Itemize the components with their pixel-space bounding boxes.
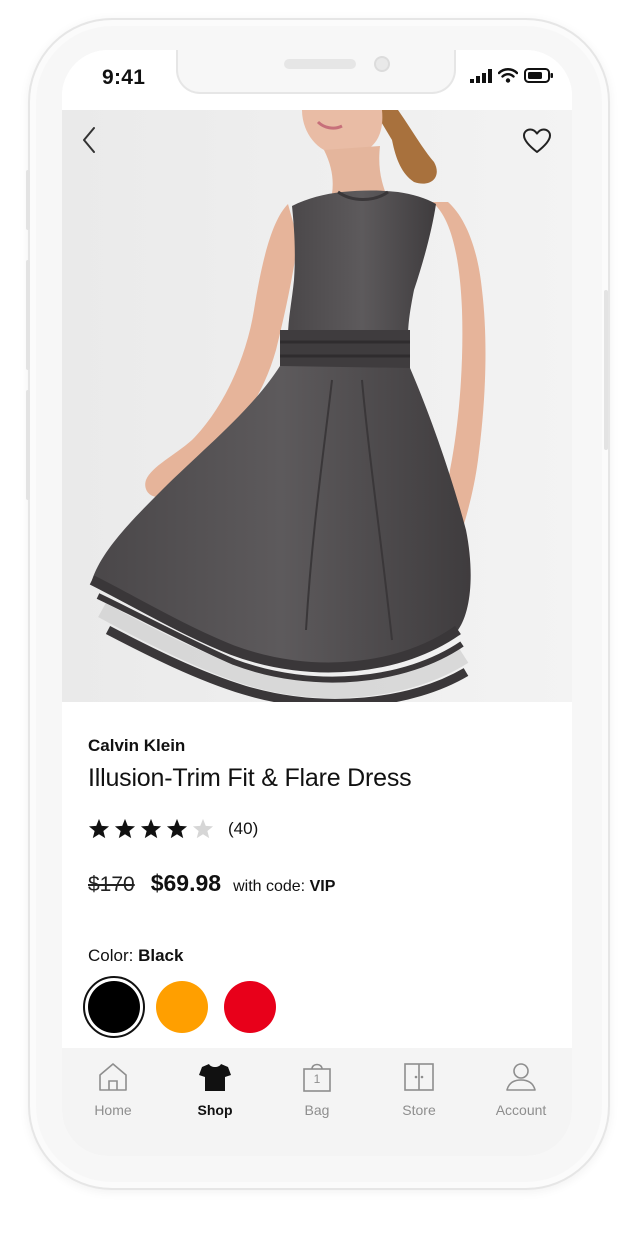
- color-swatch-red[interactable]: [224, 981, 276, 1033]
- status-icons: [470, 68, 554, 88]
- front-camera: [374, 56, 390, 72]
- product-rating[interactable]: (40): [88, 818, 258, 839]
- tab-label: Home: [94, 1102, 132, 1118]
- store-icon: [403, 1060, 435, 1094]
- tab-label: Shop: [197, 1102, 233, 1118]
- promo-code: VIP: [309, 878, 336, 895]
- star-icon: [114, 818, 136, 839]
- speaker-grille: [284, 59, 356, 69]
- wifi-icon: [497, 68, 519, 88]
- color-label-row: Color: Black: [88, 946, 183, 966]
- price-row: $170 $69.98 with code: VIP: [88, 870, 335, 897]
- tab-bag[interactable]: 1 Bag: [269, 1060, 365, 1156]
- tab-home[interactable]: Home: [65, 1060, 161, 1156]
- tab-shop[interactable]: Shop: [167, 1060, 263, 1156]
- color-label: Color:: [88, 946, 134, 965]
- tab-label: Bag: [304, 1102, 330, 1118]
- tab-store[interactable]: Store: [371, 1060, 467, 1156]
- bag-count-badge: 1: [313, 1072, 321, 1086]
- status-bar: 9:41: [62, 50, 572, 110]
- shirt-icon: [198, 1060, 232, 1094]
- bag-icon: 1: [302, 1060, 332, 1094]
- star-icon: [166, 818, 188, 839]
- phone-side-button: [604, 290, 608, 450]
- star-icon: [88, 818, 110, 839]
- color-swatch-orange[interactable]: [156, 981, 208, 1033]
- original-price: $170: [88, 873, 135, 896]
- home-icon: [97, 1060, 129, 1094]
- product-image-carousel[interactable]: [62, 110, 572, 702]
- color-swatch-black[interactable]: [83, 976, 145, 1038]
- battery-icon: [524, 68, 554, 88]
- sale-price: $69.98: [150, 870, 222, 896]
- product-brand[interactable]: Calvin Klein: [88, 736, 185, 756]
- phone-side-button: [26, 260, 30, 370]
- selected-color-name: Black: [138, 946, 184, 965]
- rating-stars: [88, 818, 214, 839]
- tab-account[interactable]: Account: [473, 1060, 569, 1156]
- tab-label: Store: [402, 1102, 436, 1118]
- back-icon[interactable]: [80, 126, 100, 154]
- star-empty-icon: [192, 818, 214, 839]
- device-notch: [176, 50, 456, 94]
- bottom-tab-bar: Home Shop 1 Bag Store Account: [62, 1048, 572, 1156]
- review-count[interactable]: (40): [228, 819, 258, 839]
- promo-text: with code: VIP: [233, 878, 335, 896]
- heart-icon[interactable]: [522, 128, 552, 154]
- star-icon: [140, 818, 162, 839]
- signal-icon: [470, 68, 492, 88]
- product-photo: [62, 110, 572, 702]
- color-swatches: [83, 976, 276, 1038]
- app-screen: 9:41 Calvin Klein Illusion-Trim Fit & Fl…: [62, 50, 572, 1156]
- promo-label: with code:: [233, 878, 306, 895]
- phone-side-button: [26, 170, 30, 230]
- product-name: Illusion-Trim Fit & Flare Dress: [88, 764, 412, 792]
- status-time: 9:41: [102, 66, 146, 89]
- tab-label: Account: [495, 1102, 547, 1118]
- account-icon: [505, 1060, 537, 1094]
- phone-side-button: [26, 390, 30, 500]
